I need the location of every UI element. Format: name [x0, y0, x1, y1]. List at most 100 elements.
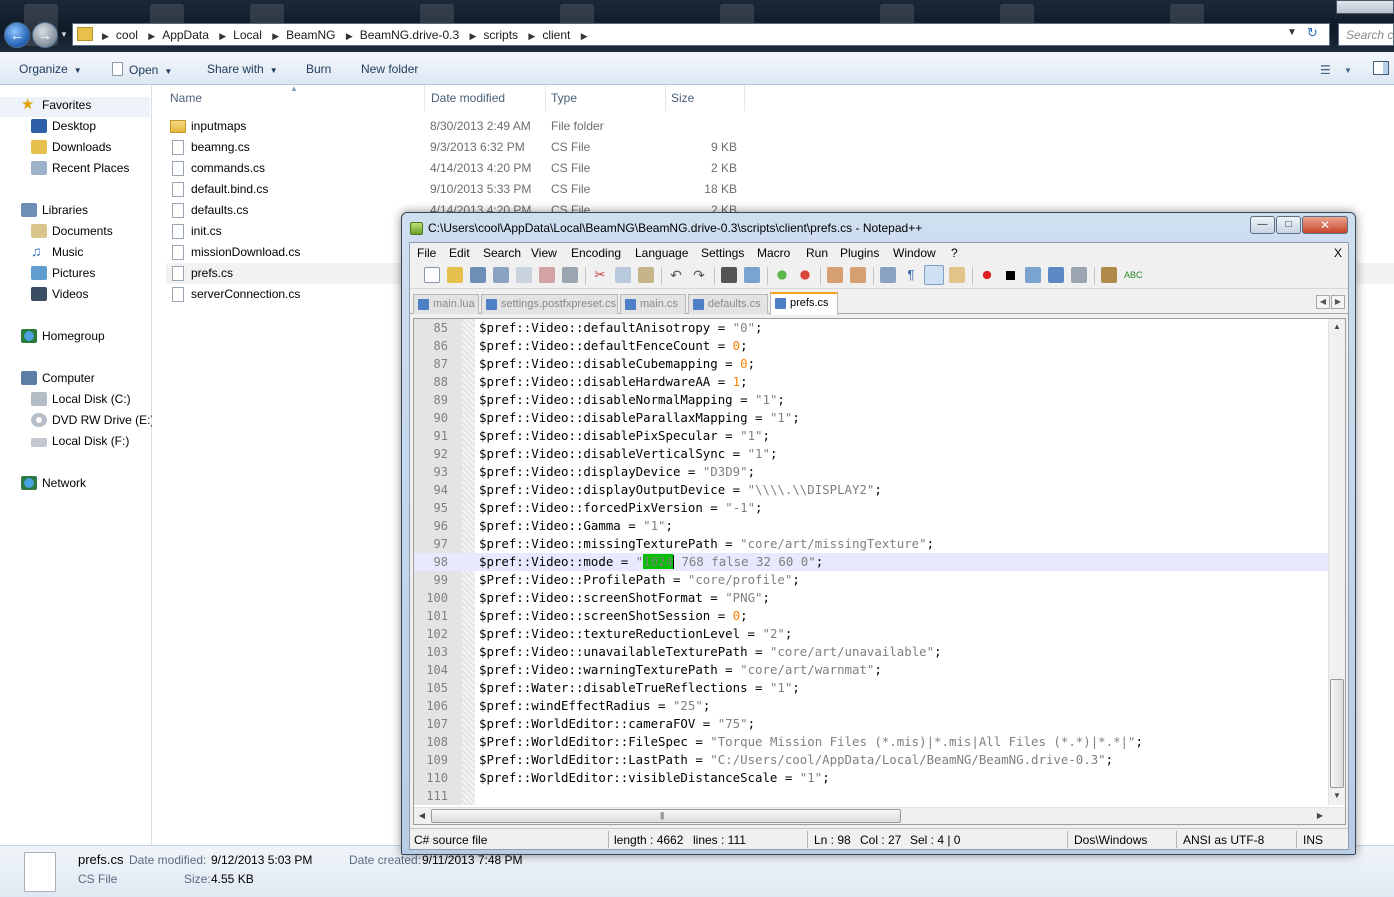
- new-folder-button[interactable]: New folder: [361, 62, 418, 76]
- forward-button[interactable]: →: [32, 22, 58, 48]
- column-header-type[interactable]: Type: [551, 91, 577, 105]
- close-all-icon[interactable]: [539, 267, 555, 283]
- column-header-name[interactable]: Name: [170, 91, 202, 105]
- chevron-right-icon[interactable]: ▶: [469, 31, 476, 41]
- breadcrumb-item[interactable]: BeamNG: [286, 28, 335, 42]
- menu-language[interactable]: Language: [635, 246, 688, 260]
- tab-prefs-cs[interactable]: prefs.cs: [770, 292, 838, 315]
- new-file-icon[interactable]: [424, 267, 440, 283]
- menu-run[interactable]: Run: [806, 246, 828, 260]
- cut-icon[interactable]: ✂: [592, 267, 608, 283]
- preview-pane-icon[interactable]: [1373, 61, 1389, 75]
- indent-guide-icon[interactable]: [924, 265, 944, 285]
- breadcrumb-item[interactable]: Local: [233, 28, 262, 42]
- show-all-characters-icon[interactable]: ¶: [903, 267, 919, 283]
- menu-macro[interactable]: Macro: [757, 246, 790, 260]
- breadcrumb-item[interactable]: AppData: [162, 28, 209, 42]
- save-macro-icon[interactable]: [1071, 267, 1087, 283]
- plugin-icon[interactable]: [1101, 267, 1117, 283]
- menu-file[interactable]: File: [417, 246, 436, 260]
- word-wrap-icon[interactable]: [880, 267, 896, 283]
- sync-horizontal-icon[interactable]: [850, 267, 866, 283]
- column-header-size[interactable]: Size: [671, 91, 694, 105]
- menu-search[interactable]: Search: [483, 246, 521, 260]
- column-divider[interactable]: [545, 85, 546, 111]
- menu-view[interactable]: View: [531, 246, 557, 260]
- column-divider[interactable]: [424, 85, 425, 111]
- zoom-out-icon[interactable]: [797, 267, 813, 283]
- close-document-button[interactable]: X: [1334, 246, 1342, 260]
- refresh-icon[interactable]: ↻: [1307, 25, 1318, 41]
- breadcrumb-item[interactable]: scripts: [483, 28, 518, 42]
- address-bar[interactable]: ▶ cool ▶ AppData ▶ Local ▶ BeamNG ▶ BeamNG.dr…: [72, 23, 1330, 46]
- tab-main-cs[interactable]: main.cs: [620, 294, 686, 314]
- horizontal-scrollbar[interactable]: ◀ ||| ▶: [414, 807, 1345, 824]
- scroll-right-icon[interactable]: ▶: [1312, 808, 1328, 824]
- window-controls[interactable]: [1336, 0, 1394, 14]
- chevron-right-icon[interactable]: ▶: [219, 31, 226, 41]
- recent-pages-dropdown[interactable]: ▼: [60, 30, 68, 39]
- undo-icon[interactable]: ↶: [668, 267, 684, 283]
- chevron-right-icon[interactable]: ▶: [346, 31, 353, 41]
- breadcrumb-item[interactable]: client: [542, 28, 570, 42]
- scroll-up-icon[interactable]: ▲: [1329, 319, 1345, 335]
- share-with-button[interactable]: Share with ▼: [207, 62, 278, 76]
- spell-check-icon[interactable]: ABC: [1124, 267, 1143, 283]
- play-macro-icon[interactable]: [1025, 267, 1041, 283]
- zoom-in-icon[interactable]: [774, 267, 790, 283]
- search-input[interactable]: Search cl: [1338, 23, 1394, 46]
- chevron-right-icon[interactable]: ▶: [272, 31, 279, 41]
- file-row[interactable]: default.bind.cs 9/10/2013 5:33 PM CS Fil…: [166, 179, 1394, 200]
- breadcrumb-item[interactable]: cool: [116, 28, 138, 42]
- organize-button[interactable]: Organize ▼: [19, 62, 82, 76]
- run-macro-multiple-icon[interactable]: [1048, 267, 1064, 283]
- replace-icon[interactable]: [744, 267, 760, 283]
- menu-plugins[interactable]: Plugins: [840, 246, 879, 260]
- print-icon[interactable]: [562, 267, 578, 283]
- column-divider[interactable]: [665, 85, 666, 111]
- file-row[interactable]: inputmaps 8/30/2013 2:49 AM File folder: [166, 116, 1394, 137]
- horizontal-scroll-thumb[interactable]: |||: [431, 809, 901, 823]
- tab-scroll-left-icon[interactable]: ◀: [1316, 295, 1330, 309]
- menu-encoding[interactable]: Encoding: [571, 246, 621, 260]
- stop-macro-icon[interactable]: [1002, 267, 1018, 283]
- copy-icon[interactable]: [615, 267, 631, 283]
- breadcrumb-item[interactable]: BeamNG.drive-0.3: [360, 28, 459, 42]
- menu-window[interactable]: Window: [893, 246, 936, 260]
- user-language-icon[interactable]: [949, 267, 965, 283]
- chevron-right-icon[interactable]: ▶: [528, 31, 535, 41]
- chevron-right-icon[interactable]: ▶: [581, 31, 588, 41]
- tab-defaults-cs[interactable]: defaults.cs: [688, 294, 768, 314]
- open-file-icon[interactable]: [447, 267, 463, 283]
- code-editor[interactable]: 85 $pref::Video::defaultAnisotropy = "0";…: [413, 318, 1346, 825]
- vertical-scroll-thumb[interactable]: [1330, 679, 1344, 788]
- close-button[interactable]: ✕: [1302, 216, 1348, 234]
- minimize-button[interactable]: —: [1250, 216, 1275, 234]
- scroll-down-icon[interactable]: ▼: [1329, 788, 1345, 804]
- paste-icon[interactable]: [638, 267, 654, 283]
- scroll-left-icon[interactable]: ◀: [414, 808, 430, 824]
- address-dropdown-icon[interactable]: ▼: [1287, 27, 1297, 38]
- burn-button[interactable]: Burn: [306, 62, 331, 76]
- menu-help[interactable]: ?: [951, 246, 958, 260]
- chevron-right-icon[interactable]: ▶: [102, 31, 109, 41]
- back-button[interactable]: ←: [4, 22, 30, 48]
- tab-scroll-right-icon[interactable]: ▶: [1331, 295, 1345, 309]
- close-file-icon[interactable]: [516, 267, 532, 283]
- chevron-right-icon[interactable]: ▶: [148, 31, 155, 41]
- open-button[interactable]: Open ▼: [112, 62, 172, 77]
- save-icon[interactable]: [470, 267, 486, 283]
- file-row[interactable]: beamng.cs 9/3/2013 6:32 PM CS File 9 KB: [166, 137, 1394, 158]
- column-header-date[interactable]: Date modified: [431, 91, 505, 105]
- redo-icon[interactable]: ↷: [691, 267, 707, 283]
- maximize-button[interactable]: □: [1276, 216, 1301, 234]
- sync-vertical-icon[interactable]: [827, 267, 843, 283]
- tab-settings-postfxpreset[interactable]: settings.postfxpreset.cs: [481, 294, 618, 314]
- vertical-scrollbar[interactable]: ▲ ▼: [1328, 319, 1345, 805]
- file-row[interactable]: commands.cs 4/14/2013 4:20 PM CS File 2 …: [166, 158, 1394, 179]
- menu-settings[interactable]: Settings: [701, 246, 744, 260]
- record-macro-icon[interactable]: [979, 267, 995, 283]
- nav-favorites[interactable]: ★ Favorites: [0, 96, 150, 117]
- column-divider[interactable]: [744, 85, 745, 111]
- change-view-icon[interactable]: ☰: [1320, 63, 1331, 77]
